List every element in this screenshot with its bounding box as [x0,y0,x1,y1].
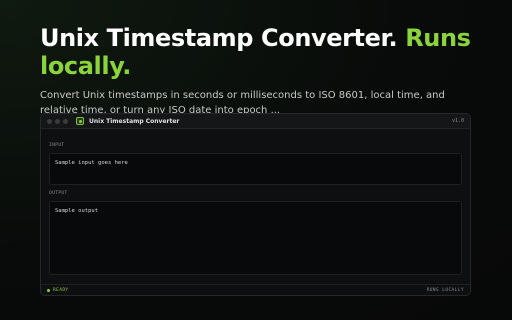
app-icon [76,117,84,125]
status-ready: READY [47,288,69,293]
headline-main: Unix Timestamp Converter. [40,24,398,52]
input-value: Sample input goes here [55,160,128,166]
version-label: v1.0 [451,118,464,124]
output-value: Sample output [55,208,99,214]
window-minimize-dot[interactable] [55,118,60,124]
status-runs-locally: RUNS LOCALLY [426,287,464,293]
input-label: INPUT [49,143,65,148]
status-ready-label: READY [53,287,69,293]
input-field[interactable]: Sample input goes here [49,153,462,185]
page-title: Unix Timestamp Converter. Runs locally. [40,24,480,80]
output-label: OUTPUT [49,191,68,196]
output-field[interactable]: Sample output [49,201,462,275]
window-title: Unix Timestamp Converter [89,117,180,125]
status-indicator-icon [47,288,50,292]
status-bar: READY RUNS LOCALLY [41,284,470,295]
window-close-dot[interactable] [47,118,52,124]
hero: Unix Timestamp Converter. Runs locally. … [40,24,480,118]
window-maximize-dot[interactable] [63,118,68,124]
window-titlebar: Unix Timestamp Converter v1.0 [41,114,470,129]
app-window: Unix Timestamp Converter v1.0 INPUT Samp… [40,113,471,296]
